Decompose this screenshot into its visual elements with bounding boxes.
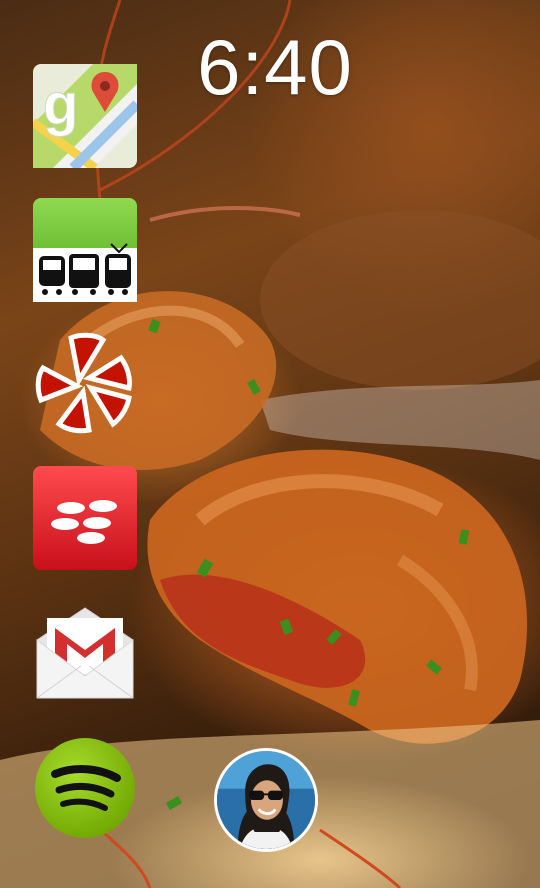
bbm-icon [33,466,137,570]
contact-avatar[interactable] [214,748,318,852]
svg-text:g: g [43,72,78,137]
clock-time: 6:40 [197,23,353,111]
google-maps-icon: g [33,64,137,168]
transit-icon [33,198,137,302]
yelp-app-icon[interactable] [33,330,137,434]
spotify-icon [35,738,135,838]
contact-avatar-photo [217,751,315,849]
gmail-icon [36,607,134,699]
transit-app-icon[interactable] [33,198,137,302]
google-maps-app-icon[interactable]: g [33,64,137,168]
bbm-app-icon[interactable] [33,466,137,570]
spotify-app-icon[interactable] [33,736,137,840]
yelp-icon [35,332,132,434]
gmail-app-icon[interactable] [33,600,137,704]
